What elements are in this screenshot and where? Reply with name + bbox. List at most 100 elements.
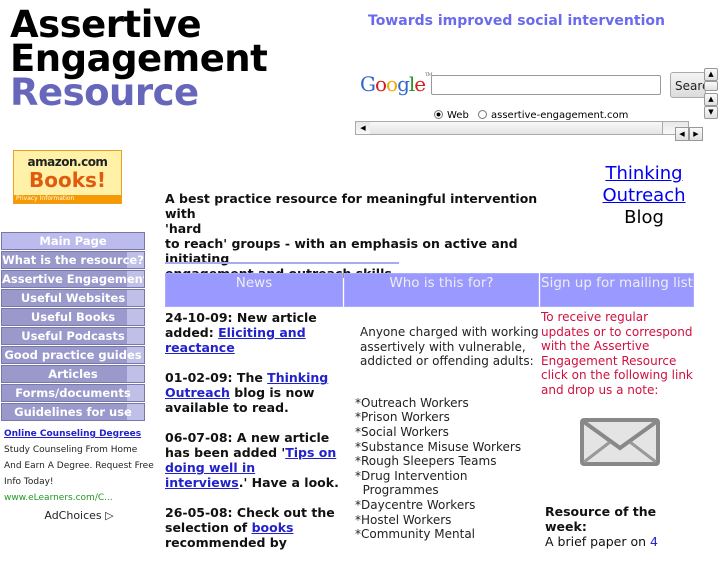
scroll-left-arrow-icon[interactable]: ◀: [356, 122, 371, 134]
rotw-text: A brief paper on: [545, 534, 651, 549]
amazon-books-banner[interactable]: amazon.com Books! Privacy Information: [13, 150, 122, 204]
audience-role: *Hostel Workers: [355, 512, 452, 527]
intro-text: A best practice resource for meaningful …: [165, 191, 565, 281]
rotw-heading: Resource of the week:: [545, 504, 657, 534]
adchoices-icon: ▷: [105, 509, 114, 522]
sidebar-item-label: Useful Podcasts: [21, 329, 125, 343]
ad-title-link[interactable]: Online Counseling Degrees: [4, 429, 141, 439]
blog-link-line: Thinking: [605, 163, 683, 184]
scroll-thumb[interactable]: [704, 81, 718, 91]
who-header: Who is this for?: [344, 273, 539, 307]
nav-side-cell: [126, 309, 144, 325]
sidebar-item-main-page[interactable]: Main Page: [1, 232, 145, 250]
sidebar-item-label: Good practice guides: [4, 348, 142, 362]
news-text: 01-02-09: The: [165, 370, 268, 385]
sidebar-item-useful-podcasts[interactable]: Useful Podcasts: [1, 327, 145, 345]
sidebar-item-label: Useful Websites: [20, 291, 126, 305]
nav-side-cell: [126, 290, 144, 306]
sidebar-item-forms-documents[interactable]: Forms/documents: [1, 384, 145, 402]
news-item: 24-10-09: New article added: Eliciting a…: [165, 310, 340, 355]
search-scope-options: Web assertive-engagement.com: [434, 110, 628, 121]
news-link[interactable]: books: [252, 520, 294, 535]
signup-text: To receive regular updates or to corresp…: [541, 310, 693, 397]
adchoices-label: AdChoices: [44, 509, 102, 522]
amazon-headline: Books!: [28, 168, 107, 192]
blog-link-line: Outreach: [602, 185, 686, 206]
blog-label: Blog: [624, 207, 664, 228]
nav-side-cell: [126, 328, 144, 344]
search-button[interactable]: Search: [670, 72, 706, 98]
site-logo[interactable]: Assertive Engagement Resource: [10, 6, 268, 114]
sidebar-item-label: What is the resource?: [2, 253, 144, 267]
sidebar-item-what-is-resource[interactable]: What is the resource?: [1, 251, 145, 269]
radio-site[interactable]: [478, 110, 487, 119]
scroll-up-arrow-icon[interactable]: ▲: [704, 93, 718, 106]
audience-role: *Substance Misuse Workers: [355, 439, 522, 454]
sidebar-item-assertive-engagement[interactable]: Assertive Engagement: [1, 270, 145, 288]
radio-web[interactable]: [434, 110, 443, 119]
audience-role: *Drug Intervention: [355, 468, 468, 483]
audience-role: *Community Mental: [355, 527, 475, 542]
logo-line-resource: Resource: [10, 71, 199, 114]
google-letter: o: [386, 72, 398, 96]
google-letter: o: [374, 72, 387, 96]
audience-role: *Rough Sleepers Teams: [355, 454, 497, 469]
google-logo: GoogleTM: [360, 72, 433, 96]
blog-promo: Thinking Outreach Blog: [600, 163, 688, 229]
scroll-left-arrow-icon[interactable]: ◀: [675, 127, 689, 141]
scroll-right-arrow-icon[interactable]: ▶: [689, 127, 703, 141]
sidebar-item-label: Articles: [48, 367, 98, 381]
sidebar-nav: Main Page What is the resource? Assertiv…: [1, 232, 145, 422]
scroll-buttons: ◀ ▶: [675, 121, 703, 141]
blog-link[interactable]: Thinking Outreach: [602, 163, 685, 206]
google-letter: G: [360, 72, 376, 96]
news-item: 26-05-08: Check out the selection of boo…: [165, 505, 340, 550]
sidebar-item-label: Assertive Engagement: [2, 272, 145, 286]
news-item: 01-02-09: The Thinking Outreach blog is …: [165, 370, 340, 415]
sidebar-item-articles[interactable]: Articles: [1, 365, 145, 383]
news-text: 26-05-08: Check out the selection of: [165, 505, 335, 535]
sidebar-ad: Online Counseling Degrees Study Counseli…: [4, 426, 154, 524]
news-text: recommended by: [165, 535, 287, 550]
audience-role: *Prison Workers: [355, 410, 450, 425]
scroll-down-arrow-icon[interactable]: ▼: [704, 106, 718, 119]
horizontal-scrollbar[interactable]: ◀: [355, 121, 689, 135]
envelope-icon[interactable]: [580, 418, 660, 466]
sidebar-item-useful-books[interactable]: Useful Books: [1, 308, 145, 326]
sidebar-item-label: Useful Books: [30, 310, 116, 324]
news-text: .' Have a look.: [238, 475, 339, 490]
nav-side-cell: [126, 366, 144, 382]
audience-role: *Social Workers: [355, 424, 449, 439]
audience-role: Programmes: [355, 483, 439, 498]
radio-web-label: Web: [447, 110, 469, 121]
google-letter: e: [414, 72, 426, 96]
sidebar-item-useful-websites[interactable]: Useful Websites: [1, 289, 145, 307]
radio-site-label: assertive-engagement.com: [491, 110, 629, 121]
ad-body: Study Counseling From Home And Earn A De…: [4, 445, 154, 487]
google-letter: g: [397, 72, 410, 96]
ad-url[interactable]: www.eLearners.com/C...: [4, 490, 154, 506]
sidebar-item-guidelines[interactable]: Guidelines for use: [1, 403, 145, 421]
intro-line: 'hard: [165, 221, 202, 236]
signup-header: Sign up for mailing list: [540, 273, 694, 307]
adchoices-link[interactable]: AdChoices ▷: [4, 508, 154, 524]
audience-section: Anyone charged with working assertively …: [355, 325, 540, 542]
audience-role: *Daycentre Workers: [355, 497, 476, 512]
resource-of-week: Resource of the week: A brief paper on 4: [545, 504, 695, 549]
scroll-up-arrow-icon[interactable]: ▲: [704, 68, 718, 81]
sidebar-item-label: Guidelines for use: [14, 405, 132, 419]
amazon-brand: amazon.com: [27, 155, 108, 169]
scroll-thumb[interactable]: [370, 122, 663, 134]
divider: [165, 262, 399, 264]
sidebar-item-label: Main Page: [39, 234, 107, 248]
amazon-privacy-link[interactable]: Privacy Information: [14, 195, 121, 203]
audience-role: *Outreach Workers: [355, 395, 469, 410]
search-input[interactable]: [431, 75, 661, 95]
news-list: 24-10-09: New article added: Eliciting a…: [165, 310, 340, 565]
intro-line: A best practice resource for meaningful …: [165, 191, 538, 221]
sidebar-item-good-practice-guides[interactable]: Good practice guides: [1, 346, 145, 364]
rotw-link[interactable]: 4: [650, 534, 658, 549]
sidebar-item-label: Forms/documents: [15, 386, 131, 400]
news-item: 06-07-08: A new article has been added '…: [165, 430, 340, 490]
tagline: Towards improved social intervention: [368, 13, 665, 29]
